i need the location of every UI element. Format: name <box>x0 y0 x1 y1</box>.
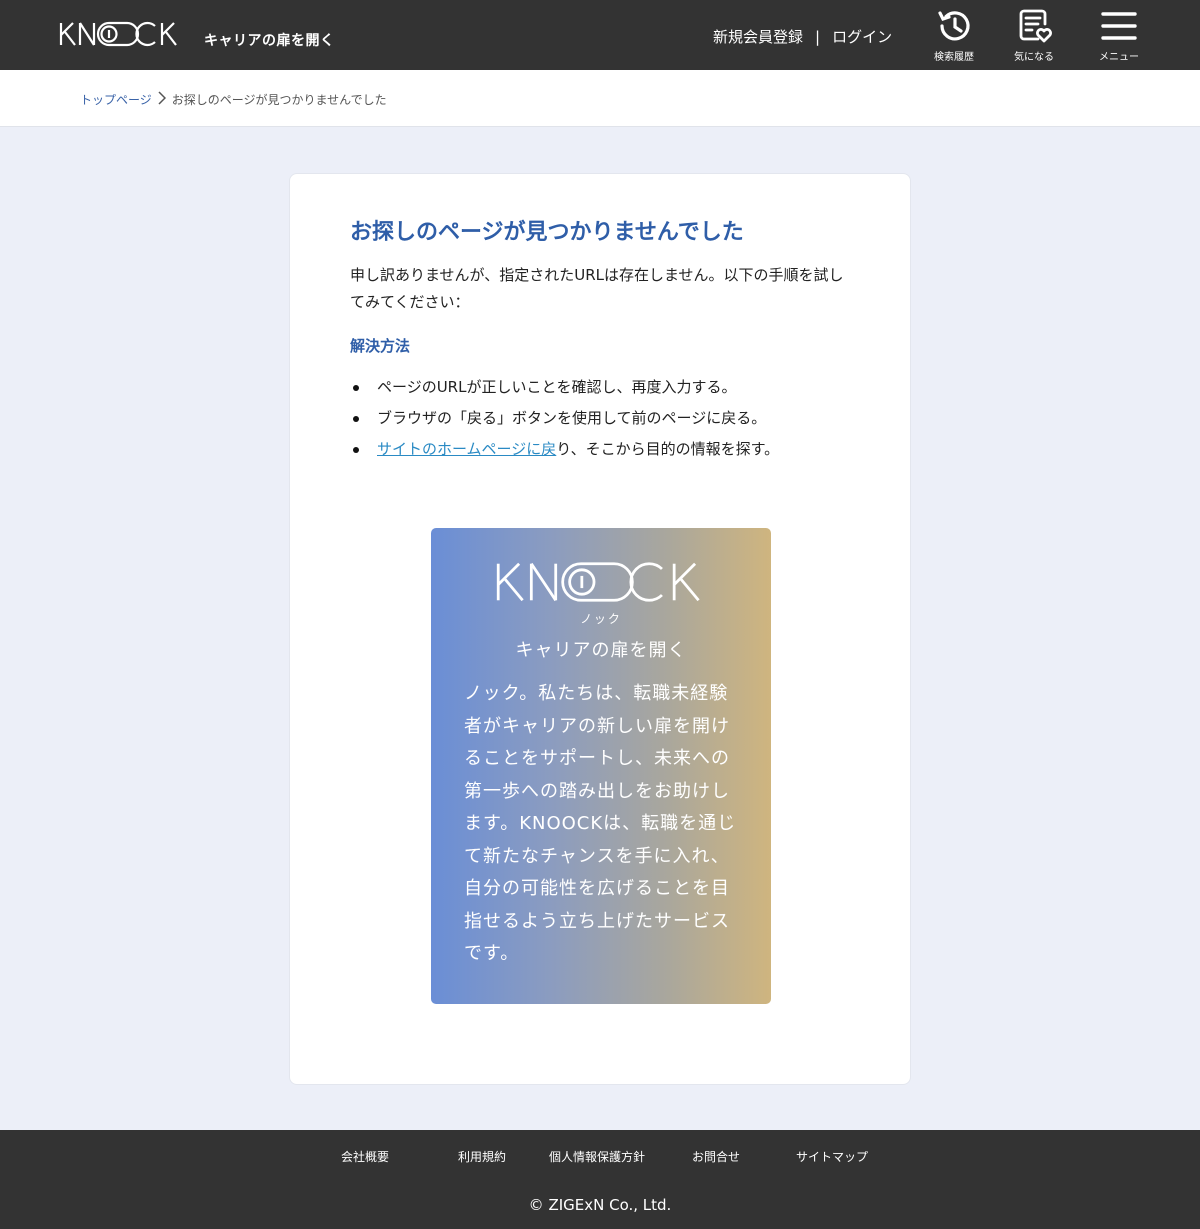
favorite-label: 気になる <box>1014 52 1054 63</box>
list-item: ページのURLが正しいことを確認し、再度入力する。 <box>350 372 779 403</box>
login-link[interactable]: ログイン <box>832 26 892 47</box>
footer-link-privacy[interactable]: 個人情報保護方針 <box>549 1148 645 1165</box>
solutions-list: ページのURLが正しいことを確認し、再度入力する。 ブラウザの「戻る」ボタンを使… <box>350 372 779 465</box>
breadcrumb-current: お探しのページが見つかりませんでした <box>171 93 387 107</box>
home-link[interactable]: サイトのホームページに戻 <box>377 440 556 458</box>
breadcrumb-bar: トップページ お探しのページが見つかりませんでした <box>0 70 1200 127</box>
list-item: サイトのホームページに戻り、そこから目的の情報を探す。 <box>350 434 779 465</box>
promo-logo <box>493 560 709 608</box>
menu-icon <box>1101 12 1137 40</box>
favorite-icon <box>1019 9 1052 43</box>
footer-link-company[interactable]: 会社概要 <box>341 1148 389 1165</box>
knoock-logo[interactable] <box>58 20 182 48</box>
footer-link-terms[interactable]: 利用規約 <box>458 1148 506 1165</box>
promo-description: ノック。私たちは、転職未経験者がキャリアの新しい扉を開けることをサポートし、未来… <box>464 683 737 964</box>
list-item: ブラウザの「戻る」ボタンを使用して前のページに戻る。 <box>350 403 779 434</box>
promo-box: ノック キャリアの扉を開く ノック。私たちは、転職未経験者がキャリアの新しい扉を… <box>431 528 771 1004</box>
favorite-button[interactable]: 気になる <box>1004 6 1064 63</box>
auth-links: 新規会員登録 | ログイン <box>713 26 892 47</box>
history-icon <box>938 11 970 41</box>
menu-button[interactable]: メニュー <box>1089 6 1149 63</box>
footer-link-contact[interactable]: お問合せ <box>692 1148 740 1165</box>
header-tagline: キャリアの扉を開く <box>204 33 335 49</box>
site-header: キャリアの扉を開く 新規会員登録 | ログイン 検索履歴 気になる メニュー <box>0 0 1200 70</box>
breadcrumb: トップページ お探しのページが見つかりませんでした <box>80 91 387 108</box>
history-label: 検索履歴 <box>934 52 974 63</box>
intro-text: 申し訳ありませんが、指定されたURLは存在しません。以下の手順を試してみてくださ… <box>350 266 844 311</box>
copyright: © ZIGExN Co., Ltd. <box>528 1196 672 1214</box>
site-footer: 会社概要 利用規約 個人情報保護方針 お問合せ サイトマップ © ZIGExN … <box>0 1130 1200 1229</box>
knoock-logo-mark <box>59 21 177 47</box>
history-button[interactable]: 検索履歴 <box>924 6 984 63</box>
home-link-rest: り、そこから目的の情報を探す。 <box>556 440 780 458</box>
promo-tagline: キャリアの扉を開く <box>515 640 687 661</box>
promo-logo-mark <box>496 562 700 602</box>
menu-label: メニュー <box>1099 52 1139 63</box>
promo-kana: ノック <box>580 612 622 626</box>
chevron-right-icon <box>158 91 166 108</box>
footer-link-sitemap[interactable]: サイトマップ <box>796 1148 868 1165</box>
auth-separator: | <box>815 27 821 46</box>
error-card: お探しのページが見つかりませんでした 申し訳ありませんが、指定されたURLは存在… <box>289 173 911 1085</box>
footer-nav: 会社概要 利用規約 個人情報保護方針 お問合せ サイトマップ <box>0 1148 1200 1166</box>
register-link[interactable]: 新規会員登録 <box>713 26 803 47</box>
solutions-heading: 解決方法 <box>350 337 411 355</box>
breadcrumb-home[interactable]: トップページ <box>80 91 152 108</box>
page-title: お探しのページが見つかりませんでした <box>350 220 744 245</box>
